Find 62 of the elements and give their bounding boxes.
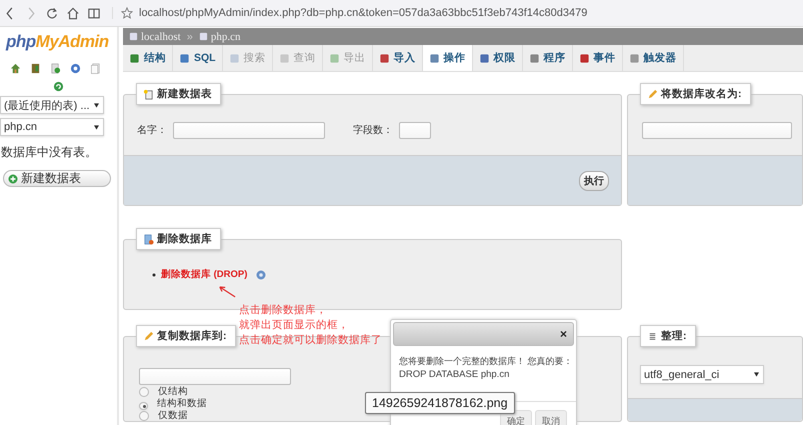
- panel-title-text: 删除数据库: [157, 232, 212, 246]
- execute-button[interactable]: 执行: [579, 170, 609, 190]
- dialog-message: 您将要删除一个完整的数据库！ 您真的要：: [398, 355, 574, 368]
- reload-icon[interactable]: [53, 81, 64, 92]
- annotation-text: 点击确定就可以删除数据库了: [239, 333, 382, 348]
- field-label: 字段数：: [353, 124, 393, 137]
- radio-button[interactable]: [139, 402, 148, 410]
- pencil-icon: [143, 330, 154, 342]
- field-count-field[interactable]: [399, 122, 431, 138]
- help-icon[interactable]: [256, 270, 266, 280]
- panel-title-text: 复制数据库到:: [157, 329, 226, 343]
- page-icon[interactable]: [90, 63, 101, 74]
- table-name-field[interactable]: [173, 122, 325, 138]
- close-button[interactable]: ×: [554, 327, 573, 341]
- copy-name-field[interactable]: [139, 368, 291, 385]
- new-table-icon: [143, 88, 154, 100]
- dropdown-arrow-icon: [94, 102, 99, 108]
- panel-title-text: 整理:: [661, 329, 686, 343]
- tab[interactable]: 触发器: [622, 45, 684, 71]
- bullet-icon: [152, 272, 156, 276]
- field-label: 名字：: [137, 124, 167, 137]
- new-name-field[interactable]: [642, 122, 792, 138]
- tab[interactable]: 权限: [472, 45, 523, 71]
- info-icon[interactable]: [70, 63, 81, 74]
- pencil-icon: [647, 88, 658, 100]
- panel-title-text: 新建数据表: [157, 87, 212, 101]
- tab[interactable]: 程序: [522, 45, 573, 71]
- star-icon[interactable]: [121, 7, 133, 19]
- home-icon[interactable]: [10, 63, 21, 74]
- radio-button[interactable]: [139, 410, 149, 420]
- breadcrumb-separator: »: [186, 30, 193, 42]
- collation-dropdown[interactable]: utf8_general_ci: [640, 365, 764, 384]
- delete-db-icon: [143, 234, 154, 244]
- tab[interactable]: 操作: [422, 45, 473, 71]
- annotation-text: 点击删除数据库，: [239, 303, 328, 318]
- plus-icon: [8, 174, 18, 184]
- radio-label: 仅数据: [158, 410, 188, 421]
- door-icon[interactable]: [30, 63, 41, 74]
- home-icon[interactable]: [67, 6, 79, 20]
- dialog-button[interactable]: 取消: [535, 410, 567, 425]
- tooltip: 1492659241878162.png: [365, 392, 515, 414]
- radio-button[interactable]: [139, 386, 149, 396]
- panel-title-text: 将数据库改名为:: [661, 87, 742, 101]
- database-dropdown[interactable]: php.cn: [0, 118, 104, 136]
- dialog-sql: DROP DATABASE php.cn: [398, 368, 510, 380]
- tab[interactable]: 事件: [572, 45, 623, 71]
- no-tables-message: 数据库中没有表。: [1, 144, 98, 161]
- new-table-button[interactable]: 新建数据表: [3, 170, 111, 187]
- book-icon[interactable]: [88, 6, 100, 20]
- radio-label: 结构和数据: [157, 398, 207, 409]
- drop-database-link[interactable]: 删除数据库 (DROP): [161, 268, 248, 281]
- tab[interactable]: 结构: [123, 45, 173, 71]
- dropdown-arrow-icon: [94, 124, 99, 130]
- refresh-icon[interactable]: [46, 6, 58, 20]
- lines-icon: [647, 330, 658, 342]
- phpmyadmin-logo[interactable]: phpMyAdmin: [0, 27, 109, 53]
- tab[interactable]: SQL: [173, 45, 223, 71]
- recent-tables-dropdown[interactable]: (最近使用的表) ...: [0, 96, 104, 114]
- annotation-text: 就弹出页面显示的框，: [239, 318, 350, 333]
- annotation-arrow: [218, 285, 236, 298]
- dropdown-arrow-icon: [754, 372, 759, 377]
- radio-label: 仅结构: [158, 386, 188, 397]
